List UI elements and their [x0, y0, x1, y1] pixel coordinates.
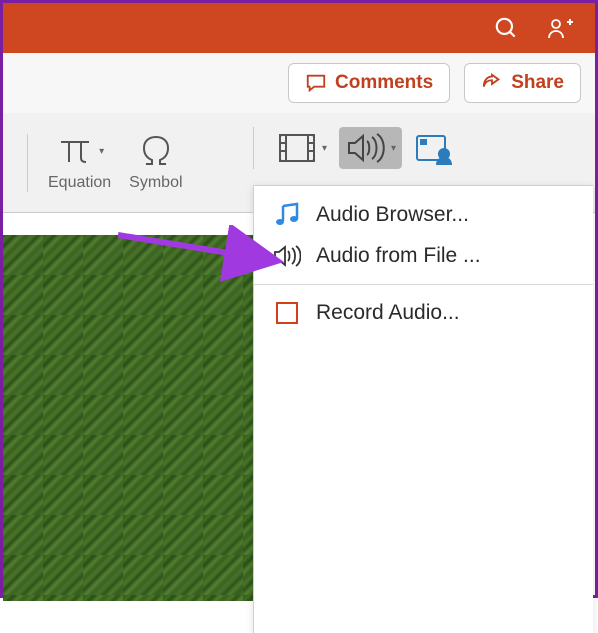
symbol-label: Symbol	[129, 174, 182, 192]
audio-button[interactable]: ▾	[339, 127, 402, 169]
cameo-button[interactable]	[408, 127, 462, 169]
media-group: ▾ ▾	[253, 127, 462, 169]
chevron-down-icon: ▾	[391, 143, 396, 154]
slide-canvas[interactable]	[3, 235, 253, 601]
menu-label: Record Audio...	[316, 301, 460, 325]
share-label: Share	[511, 72, 564, 94]
top-actions-strip: Comments Share	[3, 53, 595, 113]
comments-button[interactable]: Comments	[288, 63, 450, 103]
video-icon	[276, 131, 318, 165]
comment-icon	[305, 72, 327, 94]
record-icon	[272, 302, 302, 324]
search-icon[interactable]	[493, 15, 519, 41]
menu-label: Audio Browser...	[316, 203, 469, 227]
menu-audio-browser[interactable]: Audio Browser...	[254, 194, 593, 236]
app-titlebar	[3, 3, 595, 53]
comments-label: Comments	[335, 72, 433, 94]
speaker-icon	[345, 131, 387, 165]
music-notes-icon	[272, 202, 302, 228]
audio-dropdown: Audio Browser... Audio from File ... Rec…	[253, 185, 593, 633]
chevron-down-icon: ▾	[322, 143, 327, 154]
share-arrow-icon	[481, 72, 503, 94]
speaker-icon	[272, 244, 302, 268]
menu-audio-from-file[interactable]: Audio from File ...	[254, 236, 593, 276]
video-button[interactable]: ▾	[270, 127, 333, 169]
symbol-button[interactable]: Symbol	[129, 134, 182, 192]
equation-button[interactable]: ▾ Equation	[48, 134, 111, 192]
menu-record-audio[interactable]: Record Audio...	[254, 293, 593, 333]
chevron-down-icon: ▾	[99, 146, 104, 157]
pi-icon	[55, 134, 95, 170]
people-share-icon[interactable]	[547, 14, 577, 42]
share-button[interactable]: Share	[464, 63, 581, 103]
omega-icon	[136, 134, 176, 170]
cameo-icon	[414, 131, 456, 165]
equation-label: Equation	[48, 174, 111, 192]
symbols-group: ▾ Equation Symbol	[27, 134, 203, 192]
menu-label: Audio from File ...	[316, 244, 481, 268]
